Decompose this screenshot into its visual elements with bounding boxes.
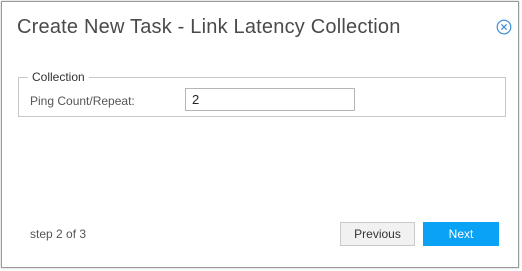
ping-count-input[interactable] (185, 88, 355, 111)
dialog-title: Create New Task - Link Latency Collectio… (17, 16, 401, 38)
close-circle-icon (496, 19, 512, 35)
previous-button[interactable]: Previous (340, 222, 415, 246)
collection-group: Collection Ping Count/Repeat: (18, 70, 506, 117)
close-button[interactable] (496, 19, 512, 35)
next-button[interactable]: Next (423, 222, 499, 246)
create-task-dialog: Create New Task - Link Latency Collectio… (1, 1, 519, 268)
collection-legend: Collection (28, 70, 89, 84)
step-indicator: step 2 of 3 (30, 227, 87, 241)
ping-count-label: Ping Count/Repeat: (30, 94, 135, 108)
